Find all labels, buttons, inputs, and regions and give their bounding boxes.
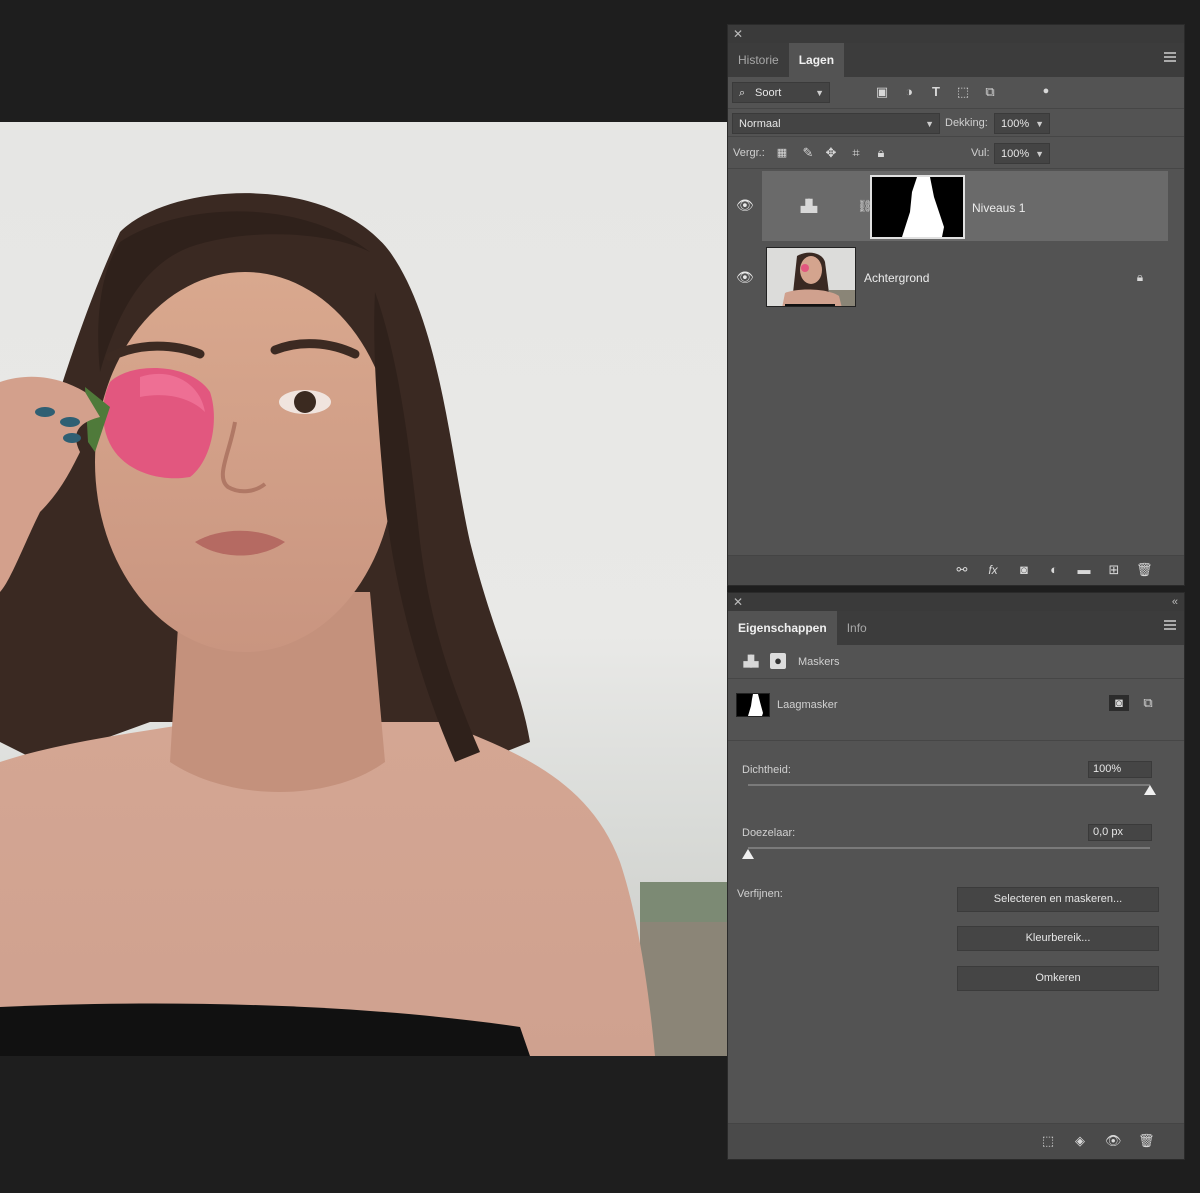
mask-shape (748, 694, 763, 716)
levels-adjustment-icon: ▟▙ (800, 199, 817, 213)
filter-smartobject-icon[interactable]: ⧉ (982, 84, 998, 100)
close-icon[interactable]: ✕ (733, 594, 743, 610)
load-selection-icon[interactable]: ⬚ (1040, 1133, 1056, 1149)
mask-shape (902, 177, 944, 237)
panel-menu-icon[interactable] (1164, 620, 1176, 630)
lock-pixels-icon[interactable]: ✎ (800, 145, 816, 161)
lock-row: Vergr.: ▦ ✎ ✥ ⌗ 🔒︎ Vul: 100% ▼ (728, 137, 1184, 169)
tab-eigenschappen[interactable]: Eigenschappen (728, 611, 837, 645)
panel-header: ✕ « (728, 593, 1184, 611)
feather-label: Doezelaar: (742, 827, 796, 839)
layer-mask-thumbnail[interactable] (870, 175, 965, 239)
collapse-icon[interactable]: « (1172, 594, 1178, 610)
opacity-field[interactable]: 100% ▼ (994, 113, 1050, 134)
thumbnail-photo (782, 252, 855, 306)
tab-lagen[interactable]: Lagen (788, 43, 845, 77)
feather-field[interactable]: 0,0 px (1088, 824, 1152, 841)
fill-label: Vul: (971, 147, 990, 159)
layer-name[interactable]: Achtergrond (864, 271, 929, 285)
mask-mode-icon[interactable]: ● (770, 653, 786, 669)
blend-mode-dropdown[interactable]: Normaal ▼ (732, 113, 940, 134)
pixel-mask-icon[interactable]: ◙ (1109, 695, 1129, 711)
search-icon: ⌕ (739, 87, 746, 99)
mask-thumbnail (736, 693, 770, 717)
apply-mask-icon[interactable]: ◈ (1072, 1133, 1088, 1149)
chevron-down-icon: ▼ (925, 119, 934, 129)
visibility-eye-icon[interactable]: 👁︎ (736, 197, 754, 214)
layer-thumbnail (766, 247, 856, 307)
density-slider-track[interactable] (748, 784, 1150, 786)
lock-all-icon[interactable]: 🔒︎ (873, 145, 889, 161)
filter-value: Soort (755, 87, 782, 99)
fx-icon[interactable]: fx (985, 562, 1001, 578)
panel-header: ✕ (728, 25, 1184, 43)
filter-row: ⌕ Soort ▼ ▣ ◑ T ⬚ ⧉ ● (728, 77, 1184, 109)
filter-adjustment-icon[interactable]: ◑ (901, 84, 917, 100)
chevron-down-icon: ▼ (1035, 119, 1044, 129)
mode-row: ▟▙ ● Maskers (728, 645, 1184, 679)
layer-row-niveaus[interactable] (762, 171, 1168, 241)
properties-footer: ⬚ ◈ 👁︎ 🗑︎ (728, 1123, 1184, 1159)
select-and-mask-button[interactable]: Selecteren en maskeren... (957, 887, 1159, 912)
density-field[interactable]: 100% (1088, 761, 1152, 778)
folder-icon[interactable]: ▬ (1076, 562, 1092, 578)
refine-label: Verfijnen: (737, 888, 783, 900)
properties-tabs: Eigenschappen Info (728, 611, 1184, 645)
mask-row: Laagmasker ◙ ⧉ (728, 679, 1184, 741)
lock-artboard-icon[interactable]: ⌗ (848, 145, 864, 161)
filter-toggle-icon[interactable]: ● (1038, 83, 1054, 99)
lock-label: Vergr.: (733, 147, 765, 159)
chevron-down-icon: ▼ (815, 88, 824, 98)
mask-icon[interactable]: ◙ (1016, 562, 1032, 578)
link-icon[interactable]: ⚯ (954, 562, 970, 578)
feather-value: 0,0 px (1093, 826, 1123, 838)
density-slider-knob[interactable] (1144, 785, 1156, 795)
new-layer-icon[interactable]: ⊞ (1106, 562, 1122, 578)
adjustment-icon[interactable]: ◐ (1046, 562, 1062, 578)
photo-portrait (0, 193, 727, 1056)
visibility-eye-icon[interactable]: 👁︎ (1105, 1133, 1122, 1149)
layer-name[interactable]: Niveaus 1 (972, 201, 1025, 215)
tab-historie[interactable]: Historie (728, 43, 789, 77)
trash-icon[interactable]: 🗑︎ (1136, 562, 1153, 578)
feather-slider-track[interactable] (748, 847, 1150, 849)
opacity-value: 100% (1001, 118, 1030, 130)
filter-pixel-icon[interactable]: ▣ (874, 84, 890, 100)
opacity-label: Dekking: (945, 117, 988, 129)
lock-icon: 🔒︎ (1136, 270, 1144, 284)
lock-position-icon[interactable]: ✥ (823, 145, 839, 161)
visibility-eye-icon[interactable]: 👁︎ (736, 269, 754, 286)
chevron-down-icon: ▼ (1035, 149, 1044, 159)
fill-field[interactable]: 100% ▼ (994, 143, 1050, 164)
blend-mode-value: Normaal (739, 118, 781, 130)
layers-footer: ⚯ fx ◙ ◐ ▬ ⊞ 🗑︎ (728, 555, 1184, 585)
feather-slider-knob[interactable] (742, 849, 754, 859)
density-value: 100% (1093, 763, 1122, 775)
lock-transparency-icon[interactable]: ▦ (774, 145, 790, 161)
panel-menu-icon[interactable] (1164, 52, 1176, 62)
filter-shape-icon[interactable]: ⬚ (955, 84, 971, 100)
trash-icon[interactable]: 🗑︎ (1138, 1133, 1155, 1149)
tab-info[interactable]: Info (837, 611, 877, 645)
levels-adjustment-icon[interactable]: ▟▙ (742, 654, 759, 670)
layers-list: 👁︎ ▟▙ ⛓︎ Niveaus 1 👁︎ Achtergrond 🔒︎ (728, 171, 1184, 551)
color-range-button[interactable]: Kleurbereik... (957, 926, 1159, 951)
close-icon[interactable]: ✕ (733, 26, 743, 42)
fill-value: 100% (1001, 148, 1030, 160)
document-canvas[interactable] (0, 122, 727, 1056)
blend-row: Normaal ▼ Dekking: 100% ▼ (728, 109, 1184, 137)
vector-mask-icon[interactable]: ⧉ (1140, 695, 1156, 711)
invert-button[interactable]: Omkeren (957, 966, 1159, 991)
layers-tabs: Historie Lagen (728, 43, 1184, 77)
layers-panel: ✕ Historie Lagen ⌕ Soort ▼ ▣ ◑ T ⬚ ⧉ ● N… (727, 24, 1185, 586)
mask-label: Laagmasker (777, 699, 838, 711)
properties-panel: ✕ « Eigenschappen Info ▟▙ ● Maskers Laag… (727, 592, 1185, 1160)
layer-filter-dropdown[interactable]: ⌕ Soort ▼ (732, 82, 830, 103)
filter-type-icon[interactable]: T (928, 84, 944, 100)
density-label: Dichtheid: (742, 764, 791, 776)
mode-label: Maskers (798, 656, 840, 668)
